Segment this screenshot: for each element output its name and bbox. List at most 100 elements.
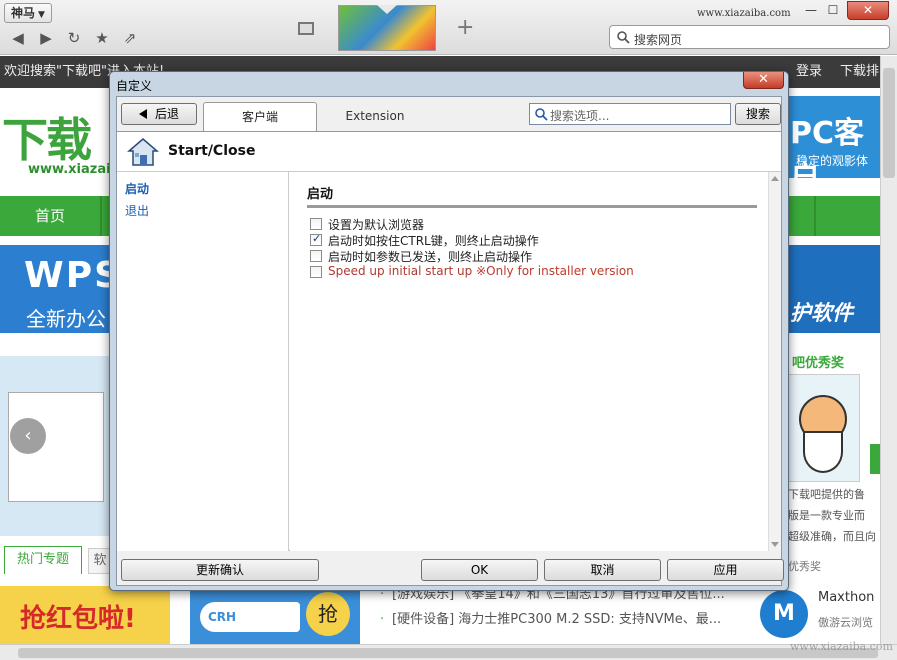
site-logo[interactable]: 下载 www.xiazai (0, 96, 110, 191)
chevron-down-icon: ▼ (38, 10, 45, 20)
logo-url: www.xiazai (28, 162, 111, 177)
option-label: 启动时如参数已发送，则终止启动操作 (328, 248, 532, 265)
web-search-input[interactable]: 搜索网页 (609, 25, 890, 49)
forward-arrow-icon[interactable]: ▶ (36, 28, 56, 48)
nav-home-link[interactable]: 首页 (0, 196, 100, 236)
side-text-line: 版是一款专业而 (788, 505, 880, 526)
promo-text: 抢红包啦! (20, 598, 136, 635)
option-label-text: Speed up initial start up (328, 264, 472, 278)
news-item[interactable]: [硬件设备] 海力士推PC300 M.2 SSD: 支持NVMe、最... (380, 607, 750, 632)
wps-subtitle: 全新办公 (26, 303, 106, 332)
option-note: ※Only for installer version (476, 264, 634, 278)
settings-nav: 启动 退出 (117, 172, 289, 551)
nav-item-exit[interactable]: 退出 (125, 202, 149, 219)
app-menu-button[interactable]: 神马▼ (4, 3, 52, 23)
side-description: 下载吧提供的鲁 版是一款专业而 超级准确，而且向 (788, 484, 880, 547)
tab-client[interactable]: 客户端 (203, 102, 317, 132)
page-vertical-scrollbar[interactable] (880, 56, 897, 644)
pc-banner-sub: 稳定的观影体 (796, 152, 868, 169)
search-icon (616, 30, 630, 44)
side-text-line: 下载吧提供的鲁 (788, 484, 880, 505)
back-arrow-icon (139, 109, 147, 119)
side-text-line: 超级准确，而且向 (788, 526, 880, 547)
maxthon-logo-icon: M (760, 590, 808, 638)
content-scrollbar[interactable] (768, 172, 781, 551)
option-search-input[interactable]: 搜索选项... (529, 103, 731, 125)
option-search-button[interactable]: 搜索 (735, 103, 781, 125)
home-icon (127, 137, 159, 167)
nav-item-startup[interactable]: 启动 (125, 180, 149, 197)
customize-dialog: 自定义 ✕ 后退 客户端 Extension 搜索选项... 搜索 Start/… (109, 71, 789, 591)
maxthon-promo[interactable]: M Maxthon 傲游云浏览 (760, 584, 880, 644)
page-horizontal-scrollbar[interactable] (0, 644, 897, 660)
option-search-placeholder: 搜索选项... (550, 107, 609, 124)
back-arrow-icon[interactable]: ◀ (8, 28, 28, 48)
scrollbar-thumb[interactable] (883, 68, 895, 178)
tab-thumbnail[interactable] (338, 5, 436, 51)
dialog-title: 自定义 (116, 77, 152, 94)
security-banner-text: 护软件 (790, 297, 853, 327)
security-software-banner[interactable]: 护软件 (784, 245, 880, 333)
mascot-image (786, 374, 860, 482)
option-label: 设置为默认浏览器 (328, 216, 424, 233)
checkbox-checked[interactable] (310, 234, 322, 246)
tab-list-icon[interactable] (298, 22, 314, 35)
topic-tabs: 热门专题 软 (4, 546, 112, 574)
refresh-icon[interactable]: ↻ (64, 28, 84, 48)
option-label: Speed up initial start up ※Only for inst… (328, 264, 634, 278)
pc-client-banner[interactable]: PC客户 稳定的观影体 (784, 96, 880, 178)
back-button-label: 后退 (155, 107, 179, 121)
star-icon[interactable]: ★ (92, 28, 112, 48)
scrollbar-thumb[interactable] (18, 648, 878, 658)
side-green-tab (870, 444, 880, 474)
apply-button[interactable]: 应用 (667, 559, 784, 581)
maxthon-subtitle: 傲游云浏览 (818, 614, 873, 630)
minimize-icon[interactable]: — (800, 2, 822, 20)
wps-banner[interactable]: WPS 全新办公 (0, 245, 112, 333)
settings-panel: Start/Close 启动 退出 启动 设置为默认浏览器 启动时如按住CTRL… (117, 131, 781, 551)
carousel-prev-icon[interactable]: ‹ (10, 418, 46, 454)
maximize-icon[interactable]: ☐ (822, 2, 844, 20)
settings-content: 启动 设置为默认浏览器 启动时如按住CTRL键，则终止启动操作 启动时如参数已发… (290, 172, 768, 551)
watermark: www.xiazaiba.com (790, 640, 893, 653)
option-label: 启动时如按住CTRL键，则终止启动操作 (328, 232, 539, 249)
checkbox[interactable] (310, 250, 322, 262)
scroll-up-icon[interactable] (771, 176, 779, 181)
logo-text: 下载 (2, 104, 90, 170)
download-rank-link[interactable]: 下载排 (840, 56, 879, 88)
heading-divider (307, 205, 757, 208)
red-packet-promo[interactable]: 抢红包啦! (0, 586, 170, 644)
section-title: Start/Close (168, 143, 255, 159)
section-header: Start/Close (117, 132, 781, 172)
share-icon[interactable]: ⇗ (120, 28, 140, 48)
new-tab-icon[interactable]: + (456, 17, 474, 39)
train-icon: CRH (200, 602, 300, 632)
dialog-close-button[interactable]: ✕ (743, 72, 784, 89)
dialog-body: 后退 客户端 Extension 搜索选项... 搜索 Start/Close … (116, 96, 782, 586)
site-url: www.xiazaiba.com (697, 8, 791, 19)
wps-title: WPS (24, 255, 122, 296)
update-check-button[interactable]: 更新确认 (121, 559, 319, 581)
ok-button[interactable]: OK (421, 559, 538, 581)
search-icon (534, 107, 548, 121)
content-heading: 启动 (307, 183, 333, 202)
image-carousel: ‹ (0, 356, 112, 536)
maxthon-title: Maxthon (818, 590, 874, 605)
grab-badge: 抢 (306, 592, 350, 636)
maxthon-award-label: 优秀奖 (788, 558, 821, 574)
nav-divider (814, 196, 816, 236)
scroll-down-icon[interactable] (771, 542, 779, 547)
checkbox[interactable] (310, 218, 322, 230)
back-button[interactable]: 后退 (121, 103, 197, 125)
login-link[interactable]: 登录 (796, 56, 822, 88)
app-menu-label: 神马 (11, 6, 35, 20)
tab-hot-topics[interactable]: 热门专题 (4, 546, 82, 574)
web-search-placeholder: 搜索网页 (634, 31, 682, 48)
checkbox[interactable] (310, 266, 322, 278)
award-title: 吧优秀奖 (792, 352, 844, 371)
tab-extension[interactable]: Extension (327, 102, 423, 132)
train-ticket-promo[interactable]: CRH 抢 (190, 586, 360, 644)
window-close-button[interactable]: ✕ (847, 1, 889, 20)
browser-toolbar: 神马▼ ◀ ▶ ↻ ★ ⇗ + www.xiazaiba.com — ☐ ✕ 搜… (0, 0, 897, 55)
cancel-button[interactable]: 取消 (544, 559, 661, 581)
